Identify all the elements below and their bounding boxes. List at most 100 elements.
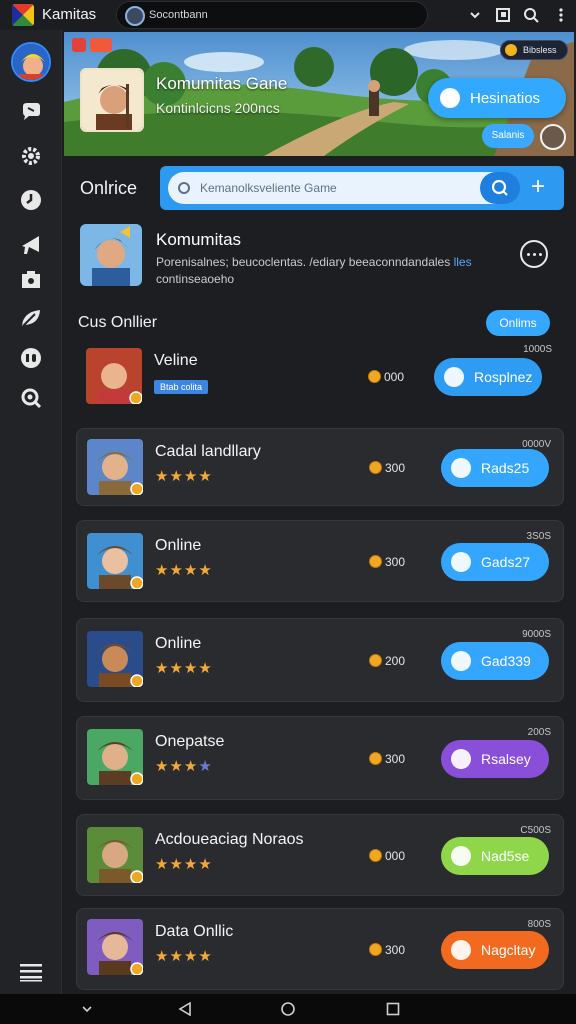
hamburger-menu-icon[interactable] <box>20 962 42 982</box>
action-icon <box>451 846 471 866</box>
back-icon[interactable] <box>178 1001 192 1017</box>
player-action-label: Gad339 <box>481 653 531 669</box>
community-search-input[interactable]: Kemanolksveliente Game <box>168 172 520 204</box>
coin-icon <box>369 461 382 474</box>
hero-title: Komumitas Gane <box>156 74 288 93</box>
list-item[interactable]: Online ★★★★ 300 3S0S Gads27 <box>76 520 564 602</box>
rating-stars: ★★★★ <box>155 855 213 873</box>
coin-balance-pill[interactable]: Bibsless <box>500 40 568 60</box>
more-vertical-icon[interactable] <box>552 6 570 24</box>
rating-stars-filled: ★★★★ <box>155 660 213 677</box>
add-icon[interactable]: + <box>526 175 550 200</box>
player-points: C500S <box>520 825 551 836</box>
player-avatar <box>86 348 142 404</box>
coin-icon <box>369 654 382 667</box>
community-description-text: Porenisalnes; beucoclentas. /ediary beea… <box>156 255 451 269</box>
player-name: Acdoueaciag Noraos <box>155 831 304 848</box>
player-action-button[interactable]: Rads25 <box>441 449 549 487</box>
player-avatar <box>87 631 143 687</box>
list-item[interactable]: Data Onllic ★★★★ 300 800S Nagcltay <box>76 908 564 990</box>
list-item[interactable]: Online ★★★★ 200 9000S Gad339 <box>76 618 564 702</box>
action-icon <box>451 940 471 960</box>
action-icon <box>451 552 471 572</box>
player-action-label: Nad5se <box>481 848 530 864</box>
chat-icon[interactable] <box>19 100 43 124</box>
search-submit-button[interactable] <box>480 172 520 204</box>
app-title: Kamitas <box>42 6 97 23</box>
profile-avatar[interactable] <box>11 42 51 82</box>
user-avatar[interactable] <box>125 6 145 26</box>
recents-icon[interactable] <box>386 1002 400 1016</box>
player-avatar <box>87 533 143 589</box>
player-avatar <box>87 439 143 495</box>
rating-stars-filled: ★★★★ <box>155 468 213 485</box>
player-action-button[interactable]: Gad339 <box>441 642 549 680</box>
list-item[interactable]: Onepatse ★★★★ 300 200S Rsalsey <box>76 716 564 800</box>
action-icon <box>451 458 471 478</box>
gamepad-icon[interactable] <box>19 346 43 370</box>
hero-mini-avatar[interactable] <box>540 124 566 150</box>
player-name: Online <box>155 635 202 652</box>
player-name: Cadal landllary <box>155 443 261 460</box>
coin-icon <box>369 849 382 862</box>
community-portrait <box>80 224 142 286</box>
badge-red <box>72 38 86 52</box>
hero-primary-button[interactable]: Hesinatios <box>428 78 566 118</box>
hero-small-button[interactable]: Salanis <box>482 124 534 148</box>
player-action-button[interactable]: Rosplnez <box>434 358 542 396</box>
community-description-link[interactable]: lles <box>454 255 472 269</box>
player-action-button[interactable]: Nagcltay <box>441 931 549 969</box>
list-item[interactable]: Veline Btab colita 000 1000S Rosplnez <box>76 338 564 416</box>
rating-stars: ★★★★ <box>155 757 213 775</box>
coin-value: 300 <box>385 555 406 569</box>
search-icon[interactable] <box>19 386 43 410</box>
rating-stars-filled: ★★★★ <box>155 562 213 579</box>
gear-icon[interactable] <box>19 144 43 168</box>
window-icon[interactable] <box>494 6 512 24</box>
player-action-button[interactable]: Gads27 <box>441 543 549 581</box>
rating-stars: ★★★★ <box>155 947 213 965</box>
player-action-label: Rads25 <box>481 460 530 476</box>
list-header-button[interactable]: Onlims <box>486 310 550 336</box>
player-avatar <box>87 729 143 785</box>
list-item[interactable]: Acdoueaciag Noraos ★★★★ 000 C500S Nad5se <box>76 814 564 896</box>
rating-stars-filled: ★★★★ <box>155 948 213 965</box>
more-options-icon[interactable] <box>520 240 548 268</box>
coin-balance-label: Bibsless <box>523 45 557 55</box>
top-search-field[interactable]: Socontbann <box>116 1 428 29</box>
player-action-label: Gads27 <box>481 554 531 570</box>
chevron-down-icon[interactable] <box>466 6 484 24</box>
action-icon <box>444 367 464 387</box>
list-item[interactable]: Cadal landllary ★★★★ 300 0000V Rads25 <box>76 428 564 506</box>
community-title: Komumitas <box>156 230 242 249</box>
coin-icon <box>369 943 382 956</box>
rating-stars: ★★★★ <box>155 561 213 579</box>
player-action-button[interactable]: Nad5se <box>441 837 549 875</box>
rating-stars-filled: ★★★ <box>155 758 199 775</box>
badge-orange <box>90 38 112 52</box>
hero-portrait <box>80 68 144 132</box>
player-action-button[interactable]: Rsalsey <box>441 740 549 778</box>
player-points: 1000S <box>523 344 552 355</box>
hero-primary-label: Hesinatios <box>470 89 541 107</box>
action-icon <box>451 749 471 769</box>
rating-stars-filled: ★★★★ <box>155 856 213 873</box>
search-icon[interactable] <box>522 6 540 24</box>
app-logo[interactable] <box>12 4 34 26</box>
camera-icon[interactable] <box>19 268 43 292</box>
coin-value: 000 <box>384 370 405 384</box>
coin-value: 300 <box>385 461 406 475</box>
community-card[interactable]: Komumitas Porenisalnes; beucoclentas. /e… <box>74 220 568 298</box>
player-points: 9000S <box>522 629 551 640</box>
hero-banner: Bibsless Komumitas Gane Kontinlcicns 200… <box>64 32 574 156</box>
clock-icon[interactable] <box>19 188 43 212</box>
player-name: Data Onllic <box>155 923 234 940</box>
leaf-icon[interactable] <box>19 306 43 330</box>
nav-down-icon[interactable] <box>80 1002 94 1016</box>
community-description-tail: continseaoeho <box>156 272 235 286</box>
player-avatar <box>87 919 143 975</box>
megaphone-icon[interactable] <box>19 232 43 256</box>
home-icon[interactable] <box>281 1002 295 1016</box>
community-search-bar: Kemanolksveliente Game + <box>160 166 564 210</box>
coin-icon <box>369 555 382 568</box>
